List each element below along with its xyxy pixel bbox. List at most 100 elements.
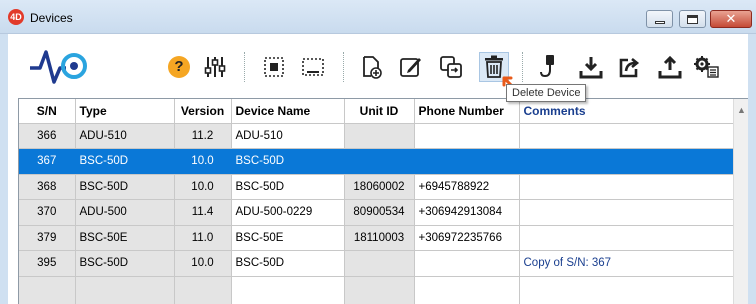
table-row[interactable]: 370 ADU-500 11.4 ADU-500-0229 80900534 +… <box>19 199 734 226</box>
select-all-icon <box>264 57 284 77</box>
usb-icon <box>540 55 554 78</box>
scroll-up-icon[interactable]: ▲ <box>737 105 746 115</box>
empty-cell <box>231 276 345 304</box>
cell-device-name: BSC-50D <box>231 148 345 175</box>
cell-device-name: ADU-510 <box>231 123 345 149</box>
column-header-type[interactable]: Type <box>75 99 175 124</box>
maximize-icon <box>687 14 698 24</box>
duplicate-device-button[interactable] <box>436 52 466 82</box>
empty-cell <box>344 276 415 304</box>
select-none-icon <box>302 58 324 76</box>
export-icon <box>619 57 640 78</box>
upload-button[interactable] <box>655 52 685 82</box>
cell-type: BSC-50D <box>75 250 175 277</box>
empty-cell <box>519 276 734 304</box>
cell-version: 11.2 <box>174 123 232 149</box>
cell-version: 11.0 <box>174 225 232 251</box>
export-button[interactable] <box>615 52 645 82</box>
advanced-settings-button[interactable] <box>692 52 722 82</box>
cell-sn: 395 <box>19 250 76 277</box>
gear-list-icon <box>694 56 719 78</box>
cell-sn: 367 <box>19 148 76 175</box>
new-device-button[interactable] <box>357 52 387 82</box>
cell-phone-number <box>414 148 520 175</box>
empty-cell <box>75 276 175 304</box>
brand-logo-icon <box>30 50 87 84</box>
table-row[interactable]: 395 BSC-50D 10.0 BSC-50D Copy of S/N: 36… <box>19 250 734 277</box>
empty-cell <box>19 276 76 304</box>
select-all-button[interactable] <box>259 52 289 82</box>
toolbar: ? <box>8 34 748 94</box>
cell-phone-number: +306972235766 <box>414 225 520 251</box>
cell-sn: 370 <box>19 199 76 226</box>
toolbar-separator <box>343 52 344 82</box>
cell-phone-number: +6945788922 <box>414 174 520 200</box>
cell-comments: Copy of S/N: 367 <box>519 250 734 277</box>
app-logo-icon: 4D <box>8 9 24 25</box>
column-header-phone-number[interactable]: Phone Number <box>414 99 520 124</box>
download-button[interactable] <box>576 52 606 82</box>
help-button[interactable]: ? <box>164 52 194 82</box>
duplicate-icon <box>440 56 462 78</box>
cell-phone-number: +306942913084 <box>414 199 520 226</box>
table-header-row: S/N Type Version Device Name Unit ID Pho… <box>19 99 734 124</box>
cell-device-name: BSC-50E <box>231 225 345 251</box>
cell-unit-id: 80900534 <box>344 199 415 226</box>
cell-comments <box>519 123 734 149</box>
cell-sn: 368 <box>19 174 76 200</box>
usb-connect-button[interactable] <box>535 52 565 82</box>
cell-unit-id <box>344 250 415 277</box>
window-client-area: ? S/N Type Version Device Name Unit ID P… <box>8 34 748 304</box>
select-none-button[interactable] <box>298 52 328 82</box>
cell-phone-number <box>414 123 520 149</box>
cell-version: 10.0 <box>174 174 232 200</box>
cell-unit-id: 18110003 <box>344 225 415 251</box>
maximize-button[interactable] <box>679 10 706 28</box>
help-icon: ? <box>168 56 190 78</box>
cell-type: ADU-500 <box>75 199 175 226</box>
settings-sliders-icon <box>204 57 226 77</box>
toolbar-separator <box>244 52 245 82</box>
edit-icon <box>400 58 421 77</box>
column-header-version[interactable]: Version <box>174 99 232 124</box>
cell-type: BSC-50E <box>75 225 175 251</box>
cell-version: 10.0 <box>174 148 232 175</box>
title-bar: 4D Devices ✕ <box>0 0 756 34</box>
new-document-icon <box>363 56 382 79</box>
settings-button[interactable] <box>200 52 230 82</box>
cell-device-name: BSC-50D <box>231 174 345 200</box>
cell-comments <box>519 174 734 200</box>
close-button[interactable]: ✕ <box>710 10 752 28</box>
cell-type: BSC-50D <box>75 148 175 175</box>
edit-device-button[interactable] <box>396 52 426 82</box>
minimize-button[interactable] <box>646 10 673 28</box>
minimize-icon <box>654 20 665 24</box>
column-header-device-name[interactable]: Device Name <box>231 99 345 124</box>
column-header-comments[interactable]: Comments <box>519 99 734 124</box>
empty-cell <box>414 276 520 304</box>
table-row[interactable]: 379 BSC-50E 11.0 BSC-50E 18110003 +30697… <box>19 225 734 251</box>
tooltip: Delete Device <box>506 84 587 102</box>
table-row-selected[interactable]: 367 BSC-50D 10.0 BSC-50D <box>19 148 734 175</box>
upload-icon <box>658 55 682 79</box>
cell-comments <box>519 148 734 175</box>
cell-phone-number <box>414 250 520 277</box>
cell-unit-id: 18060002 <box>344 174 415 200</box>
table-row[interactable]: 366 ADU-510 11.2 ADU-510 <box>19 123 734 149</box>
download-icon <box>579 57 603 79</box>
column-header-unit-id[interactable]: Unit ID <box>344 99 415 124</box>
column-header-sn[interactable]: S/N <box>19 99 76 124</box>
cell-unit-id <box>344 148 415 175</box>
cell-device-name: ADU-500-0229 <box>231 199 345 226</box>
table-row[interactable]: 368 BSC-50D 10.0 BSC-50D 18060002 +69457… <box>19 174 734 200</box>
toolbar-separator <box>522 52 523 82</box>
cell-sn: 366 <box>19 123 76 149</box>
cell-sn: 379 <box>19 225 76 251</box>
cell-version: 11.4 <box>174 199 232 226</box>
devices-table: S/N Type Version Device Name Unit ID Pho… <box>18 98 748 304</box>
close-icon: ✕ <box>725 11 737 27</box>
cell-version: 10.0 <box>174 250 232 277</box>
vertical-scrollbar[interactable]: ▲ <box>733 99 748 304</box>
cell-comments <box>519 199 734 226</box>
empty-cell <box>174 276 232 304</box>
